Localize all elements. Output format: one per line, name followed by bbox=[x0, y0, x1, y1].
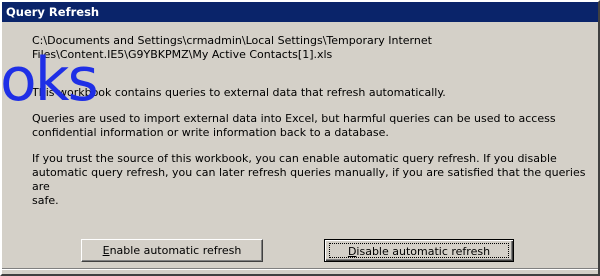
enable-button-label: nable automatic refresh bbox=[109, 244, 242, 257]
enable-button-accelerator: E bbox=[102, 244, 110, 257]
paragraph-queries-warning-line-1: Queries are used to import external data… bbox=[32, 112, 556, 125]
paragraph-queries-warning-line-2: confidential information or write inform… bbox=[32, 126, 389, 139]
enable-automatic-refresh-button[interactable]: Enable automatic refresh bbox=[81, 239, 263, 262]
file-path-text: C:\Documents and Settings\crmadmin\Local… bbox=[32, 34, 592, 62]
paragraph-trust-advice-line-1: If you trust the source of this workbook… bbox=[32, 152, 557, 165]
paragraph-queries-notice: This workbook contains queries to extern… bbox=[32, 86, 446, 99]
bottom-divider bbox=[2, 268, 598, 270]
file-path-line-2: Files\Content.IE5\G9YBKPMZ\My Active Con… bbox=[32, 48, 333, 61]
paragraph-trust-advice-line-3: safe. bbox=[32, 194, 59, 207]
paragraph-queries-warning: Queries are used to import external data… bbox=[32, 112, 592, 140]
query-refresh-dialog: Query Refresh C:\Documents and Settings\… bbox=[0, 0, 600, 276]
file-path-line-1: C:\Documents and Settings\crmadmin\Local… bbox=[32, 34, 432, 47]
paragraph-trust-advice-line-2: automatic query refresh, you can later r… bbox=[32, 166, 586, 193]
focus-rectangle: Disable automatic refresh bbox=[329, 243, 509, 258]
disable-button-label: isable automatic refresh bbox=[356, 245, 491, 258]
disable-automatic-refresh-button[interactable]: Disable automatic refresh bbox=[324, 239, 514, 262]
paragraph-trust-advice: If you trust the source of this workbook… bbox=[32, 152, 592, 208]
dialog-title: Query Refresh bbox=[2, 2, 598, 22]
